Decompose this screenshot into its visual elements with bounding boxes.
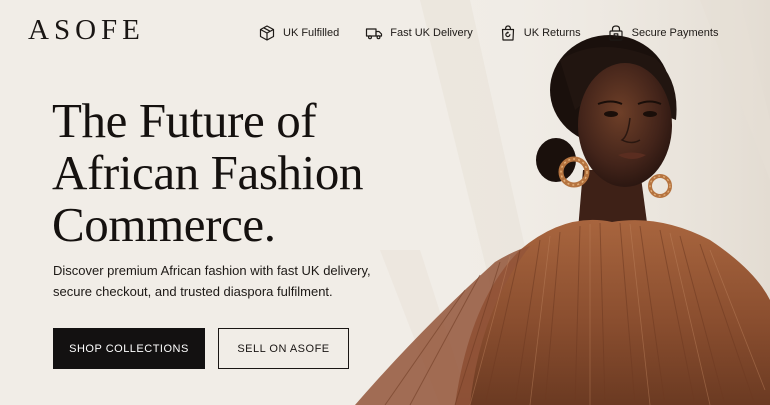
hero-headline: The Future of African Fashion Commerce.: [52, 95, 363, 251]
shop-collections-button[interactable]: SHOP COLLECTIONS: [53, 328, 205, 369]
hero-subtext-line: secure checkout, and trusted diaspora fu…: [53, 284, 333, 299]
truck-icon: [365, 24, 383, 42]
trust-item-secure-payments: Secure Payments: [607, 24, 719, 42]
hero-subtext-line: Discover premium African fashion with fa…: [53, 263, 371, 278]
hero-headline-line: African Fashion: [52, 145, 364, 200]
box-icon: [258, 24, 276, 42]
trust-item-uk-returns: UK Returns: [499, 24, 581, 42]
trust-item-fast-delivery: Fast UK Delivery: [365, 24, 473, 42]
hero-subtext: Discover premium African fashion with fa…: [53, 260, 371, 302]
trust-bar: UK Fulfilled Fast UK Delivery UK Returns: [258, 24, 718, 42]
sell-on-asofe-button[interactable]: SELL ON ASOFE: [218, 328, 349, 369]
trust-item-label: Fast UK Delivery: [390, 27, 473, 39]
trust-item-label: UK Fulfilled: [283, 27, 340, 39]
hero-headline-line: The Future of: [52, 93, 317, 148]
lock-icon: [607, 24, 625, 42]
trust-item-label: Secure Payments: [631, 27, 719, 39]
trust-item-label: UK Returns: [523, 27, 581, 39]
hero-headline-line: Commerce.: [52, 197, 276, 252]
return-bag-icon: [499, 24, 517, 42]
trust-item-uk-fulfilled: UK Fulfilled: [258, 24, 339, 42]
brand-logo[interactable]: ASOFE: [28, 16, 145, 45]
